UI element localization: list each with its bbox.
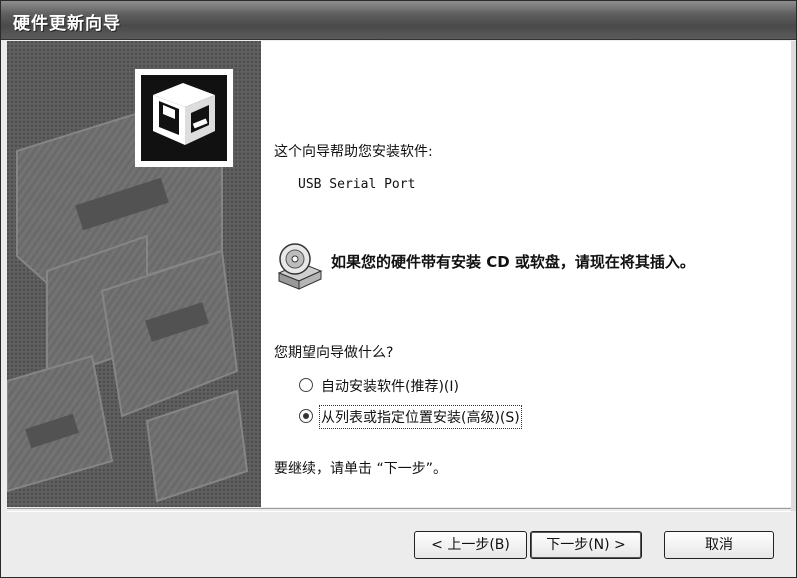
option-auto-install-label: 自动安装软件(推荐)(I) [321,379,459,395]
intro-text: 这个向导帮助您安装软件: [274,144,433,160]
question-text: 您期望向导做什么? [274,345,394,361]
wizard-content: 这个向导帮助您安装软件: USB Serial Port 如果您的硬件带有安装 … [135,41,791,507]
button-separator [7,508,791,512]
device-name: USB Serial Port [298,177,416,192]
hardware-update-wizard-window: 硬件更新向导 这个向导帮助您安装软件: USB Serial Port 如果您的… [0,0,797,578]
cd-prompt-text: 如果您的硬件带有安装 CD 或软盘，请现在将其插入。 [331,253,695,271]
title-bar[interactable]: 硬件更新向导 [1,1,796,40]
cancel-button[interactable]: 取消 [664,531,774,559]
back-button[interactable]: < 上一步(B) [414,531,527,559]
radio-auto-install[interactable] [299,378,313,392]
hardware-drive-icon [135,69,233,167]
window-title: 硬件更新向导 [13,14,121,34]
cd-drive-icon [275,239,323,291]
option-manual-install-label: 从列表或指定位置安装(高级)(S) [319,405,522,429]
window-edge [791,41,796,511]
radio-manual-install[interactable] [299,409,313,423]
next-button[interactable]: 下一步(N) > [530,531,642,559]
continue-instruction: 要继续，请单击 “下一步”。 [274,461,447,477]
